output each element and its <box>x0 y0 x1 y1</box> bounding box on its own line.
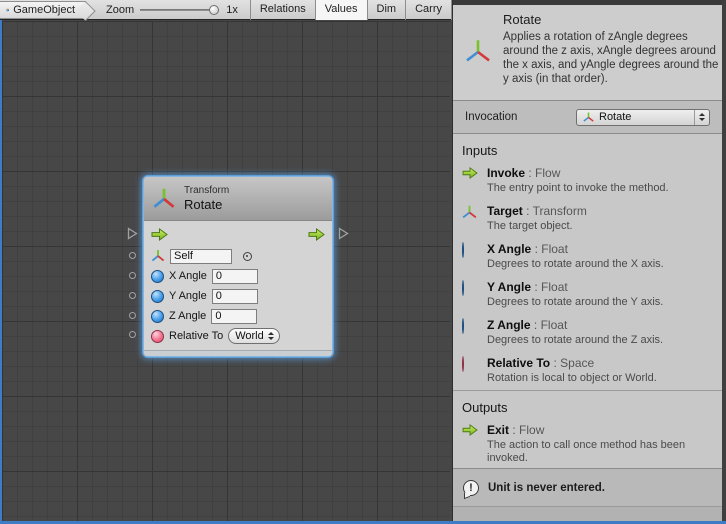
relative-to-value: World <box>235 330 264 342</box>
dropdown-updown-icon <box>268 332 274 340</box>
float-port-icon <box>151 290 164 303</box>
graph-editor-pane: GameObject Zoom 1x Relations Values Dim … <box>0 0 452 524</box>
invocation-dropdown[interactable]: Rotate <box>576 109 710 126</box>
z-angle-field[interactable] <box>211 309 257 324</box>
graph-toolbar: GameObject Zoom 1x Relations Values Dim … <box>0 0 452 20</box>
inspector-header: Rotate Applies a rotation of zAngle degr… <box>453 5 722 100</box>
tab-relations[interactable]: Relations <box>250 0 315 20</box>
object-picker-icon[interactable] <box>243 252 252 261</box>
transform-axes-icon <box>465 39 491 65</box>
focus-border-left <box>0 20 2 524</box>
input-doc-y-angle: Y Angle : Float Degrees to rotate around… <box>462 280 714 309</box>
target-self-field[interactable] <box>170 249 232 264</box>
float-port-icon <box>462 280 464 296</box>
inspector-description: Applies a rotation of zAngle degrees aro… <box>503 30 719 86</box>
input-doc-target: Target : Transform The target object. <box>462 204 714 233</box>
float-port-icon <box>151 270 164 283</box>
flow-output-port[interactable] <box>338 227 349 240</box>
node-title: Rotate <box>184 197 229 212</box>
graph-canvas[interactable]: Transform Rotate <box>2 21 450 521</box>
z-angle-input-port[interactable] <box>129 312 136 319</box>
y-angle-field[interactable] <box>212 289 258 304</box>
warning-text: Unit is never entered. <box>488 482 605 494</box>
target-input-port[interactable] <box>129 252 136 259</box>
dropdown-updown-icon <box>694 110 709 125</box>
tab-carry[interactable]: Carry <box>405 0 452 20</box>
node-y-angle-row: Y Angle <box>144 286 332 306</box>
flow-arrow-icon <box>462 167 478 179</box>
breadcrumb[interactable]: GameObject <box>0 1 86 19</box>
node-x-angle-row: X Angle <box>144 266 332 286</box>
relative-to-label: Relative To <box>169 330 223 342</box>
zoom-value: 1x <box>226 4 238 16</box>
x-angle-label: X Angle <box>169 270 207 282</box>
outputs-header: Outputs <box>462 400 722 415</box>
zoom-label: Zoom <box>106 4 134 16</box>
warning-icon: ! <box>463 480 479 496</box>
invocation-label: Invocation <box>465 111 517 123</box>
output-doc-exit: Exit : Flow The action to call once meth… <box>462 423 714 465</box>
transform-axes-icon <box>152 187 176 211</box>
node-category: Transform <box>184 185 229 197</box>
node-target-row <box>144 246 332 266</box>
warning-bar: ! Unit is never entered. <box>453 468 722 506</box>
outputs-section: Outputs Exit : Flow The action to call o… <box>453 390 722 468</box>
z-angle-label: Z Angle <box>169 310 206 322</box>
rotate-unit-node[interactable]: Transform Rotate <box>144 177 332 356</box>
transform-axes-icon <box>583 112 594 123</box>
invocation-row: Invocation Rotate <box>453 100 722 134</box>
zoom-slider-handle[interactable] <box>209 5 219 15</box>
relative-to-dropdown[interactable]: World <box>228 328 280 344</box>
exit-flow-arrow-icon[interactable] <box>308 228 325 241</box>
input-doc-relative-to: Relative To : Space Rotation is local to… <box>462 356 714 385</box>
input-doc-invoke: Invoke : Flow The entry point to invoke … <box>462 166 714 195</box>
node-body: X Angle Y Angle Z Angle Relative To <box>144 221 332 350</box>
invoke-flow-arrow-icon[interactable] <box>151 228 168 241</box>
float-port-icon <box>462 318 464 334</box>
node-footer <box>144 350 332 356</box>
flow-arrow-icon <box>462 424 478 436</box>
tab-values[interactable]: Values <box>315 0 367 20</box>
space-port-icon <box>462 356 464 372</box>
x-angle-input-port[interactable] <box>129 272 136 279</box>
y-angle-label: Y Angle <box>169 290 207 302</box>
toolbar-tabs: Relations Values Dim Carry <box>250 0 452 20</box>
y-angle-input-port[interactable] <box>129 292 136 299</box>
sidebar-bottom-strip <box>453 506 722 521</box>
node-z-angle-row: Z Angle <box>144 306 332 326</box>
flow-port-triangle-icon <box>127 227 138 240</box>
tab-dim[interactable]: Dim <box>367 0 406 20</box>
inspector-sidebar: Rotate Applies a rotation of zAngle degr… <box>452 0 726 521</box>
inputs-section: Inputs Invoke : Flow The entry point to … <box>453 134 722 390</box>
gameobject-cube-icon <box>6 4 9 16</box>
invocation-value: Rotate <box>599 111 631 123</box>
transform-axes-icon <box>462 205 477 220</box>
flow-input-port[interactable] <box>127 227 138 240</box>
float-port-icon <box>151 310 164 323</box>
zoom-slider[interactable] <box>140 4 219 16</box>
x-angle-field[interactable] <box>212 269 258 284</box>
breadcrumb-label: GameObject <box>13 4 75 16</box>
inputs-header: Inputs <box>462 143 722 158</box>
zoom-slider-track[interactable] <box>140 9 219 11</box>
input-doc-z-angle: Z Angle : Float Degrees to rotate around… <box>462 318 714 347</box>
transform-axes-icon <box>151 249 165 263</box>
node-header[interactable]: Transform Rotate <box>144 177 332 221</box>
relative-to-input-port[interactable] <box>129 331 136 338</box>
flow-port-triangle-icon <box>338 227 349 240</box>
inspector-title: Rotate <box>503 12 541 27</box>
input-doc-x-angle: X Angle : Float Degrees to rotate around… <box>462 242 714 271</box>
node-relative-to-row: Relative To World <box>144 326 332 346</box>
float-port-icon <box>462 242 464 258</box>
node-flow-row <box>144 224 332 244</box>
space-port-icon <box>151 330 164 343</box>
